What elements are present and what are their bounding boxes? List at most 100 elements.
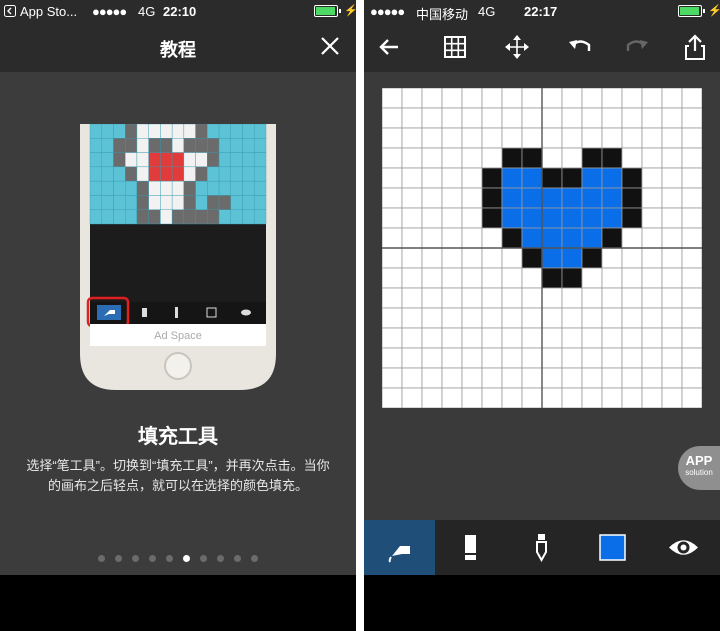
canvas-pixel[interactable]: [581, 127, 603, 149]
canvas-pixel[interactable]: [541, 207, 563, 229]
canvas-pixel[interactable]: [681, 227, 702, 249]
canvas-pixel[interactable]: [441, 187, 463, 209]
canvas-pixel[interactable]: [481, 267, 503, 289]
canvas-pixel[interactable]: [581, 88, 603, 109]
canvas-pixel[interactable]: [441, 327, 463, 349]
canvas-pixel[interactable]: [382, 187, 403, 209]
canvas-pixel[interactable]: [661, 167, 683, 189]
canvas-pixel[interactable]: [521, 387, 543, 408]
canvas-pixel[interactable]: [382, 267, 403, 289]
canvas-pixel[interactable]: [601, 187, 623, 209]
canvas-pixel[interactable]: [481, 147, 503, 169]
canvas-pixel[interactable]: [561, 387, 583, 408]
canvas-pixel[interactable]: [461, 147, 483, 169]
canvas-pixel[interactable]: [681, 267, 702, 289]
canvas-pixel[interactable]: [421, 207, 443, 229]
canvas-pixel[interactable]: [501, 367, 523, 389]
canvas-pixel[interactable]: [421, 387, 443, 408]
canvas-pixel[interactable]: [681, 387, 702, 408]
canvas-pixel[interactable]: [641, 207, 663, 229]
canvas-pixel[interactable]: [421, 187, 443, 209]
canvas-pixel[interactable]: [561, 88, 583, 109]
canvas-pixel[interactable]: [621, 387, 643, 408]
canvas-pixel[interactable]: [481, 207, 503, 229]
canvas-pixel[interactable]: [641, 107, 663, 129]
canvas-pixel[interactable]: [541, 267, 563, 289]
canvas-pixel[interactable]: [541, 107, 563, 129]
canvas-pixel[interactable]: [541, 287, 563, 309]
canvas-pixel[interactable]: [681, 287, 702, 309]
canvas-pixel[interactable]: [421, 367, 443, 389]
canvas-pixel[interactable]: [601, 307, 623, 329]
canvas-pixel[interactable]: [501, 307, 523, 329]
canvas-pixel[interactable]: [661, 307, 683, 329]
canvas-pixel[interactable]: [641, 127, 663, 149]
canvas-pixel[interactable]: [382, 367, 403, 389]
canvas-pixel[interactable]: [561, 307, 583, 329]
canvas-pixel[interactable]: [561, 107, 583, 129]
canvas-pixel[interactable]: [581, 287, 603, 309]
page-dot[interactable]: [251, 555, 258, 562]
page-dot[interactable]: [98, 555, 105, 562]
canvas-pixel[interactable]: [461, 107, 483, 129]
canvas-pixel[interactable]: [441, 88, 463, 109]
canvas-pixel[interactable]: [521, 107, 543, 129]
canvas-pixel[interactable]: [461, 127, 483, 149]
canvas-pixel[interactable]: [441, 107, 463, 129]
canvas-pixel[interactable]: [481, 227, 503, 249]
canvas-pixel[interactable]: [501, 88, 523, 109]
canvas-pixel[interactable]: [681, 187, 702, 209]
canvas-pixel[interactable]: [561, 167, 583, 189]
page-dot[interactable]: [149, 555, 156, 562]
canvas-pixel[interactable]: [561, 247, 583, 269]
canvas-pixel[interactable]: [481, 287, 503, 309]
canvas-pixel[interactable]: [681, 307, 702, 329]
canvas-pixel[interactable]: [601, 107, 623, 129]
canvas-pixel[interactable]: [641, 287, 663, 309]
grid-icon[interactable]: [440, 32, 470, 62]
canvas-pixel[interactable]: [601, 367, 623, 389]
canvas-pixel[interactable]: [681, 207, 702, 229]
canvas-pixel[interactable]: [601, 207, 623, 229]
canvas-pixel[interactable]: [601, 347, 623, 369]
canvas-pixel[interactable]: [382, 167, 403, 189]
canvas-pixel[interactable]: [621, 227, 643, 249]
canvas-pixel[interactable]: [401, 127, 423, 149]
canvas-pixel[interactable]: [401, 327, 423, 349]
canvas-pixel[interactable]: [521, 167, 543, 189]
canvas-pixel[interactable]: [561, 127, 583, 149]
canvas-pixel[interactable]: [621, 127, 643, 149]
page-dot[interactable]: [132, 555, 139, 562]
canvas-pixel[interactable]: [481, 347, 503, 369]
canvas-pixel[interactable]: [481, 88, 503, 109]
canvas-pixel[interactable]: [441, 227, 463, 249]
canvas-pixel[interactable]: [601, 127, 623, 149]
canvas-pixel[interactable]: [501, 167, 523, 189]
canvas-pixel[interactable]: [581, 227, 603, 249]
canvas-pixel[interactable]: [481, 307, 503, 329]
canvas-pixel[interactable]: [621, 287, 643, 309]
canvas-pixel[interactable]: [421, 327, 443, 349]
canvas-pixel[interactable]: [382, 207, 403, 229]
canvas-pixel[interactable]: [661, 347, 683, 369]
canvas-pixel[interactable]: [382, 88, 403, 109]
canvas-pixel[interactable]: [661, 127, 683, 149]
canvas-pixel[interactable]: [461, 267, 483, 289]
canvas-pixel[interactable]: [441, 367, 463, 389]
canvas-pixel[interactable]: [521, 147, 543, 169]
canvas-pixel[interactable]: [441, 347, 463, 369]
canvas-pixel[interactable]: [421, 127, 443, 149]
canvas-pixel[interactable]: [661, 207, 683, 229]
canvas-pixel[interactable]: [621, 167, 643, 189]
canvas-pixel[interactable]: [641, 387, 663, 408]
canvas-pixel[interactable]: [481, 387, 503, 408]
canvas-pixel[interactable]: [382, 227, 403, 249]
canvas-pixel[interactable]: [441, 387, 463, 408]
canvas-pixel[interactable]: [441, 307, 463, 329]
canvas-pixel[interactable]: [421, 167, 443, 189]
canvas-pixel[interactable]: [501, 347, 523, 369]
canvas-pixel[interactable]: [601, 88, 623, 109]
canvas-pixel[interactable]: [421, 287, 443, 309]
page-indicator[interactable]: [0, 549, 356, 567]
canvas-pixel[interactable]: [421, 107, 443, 129]
